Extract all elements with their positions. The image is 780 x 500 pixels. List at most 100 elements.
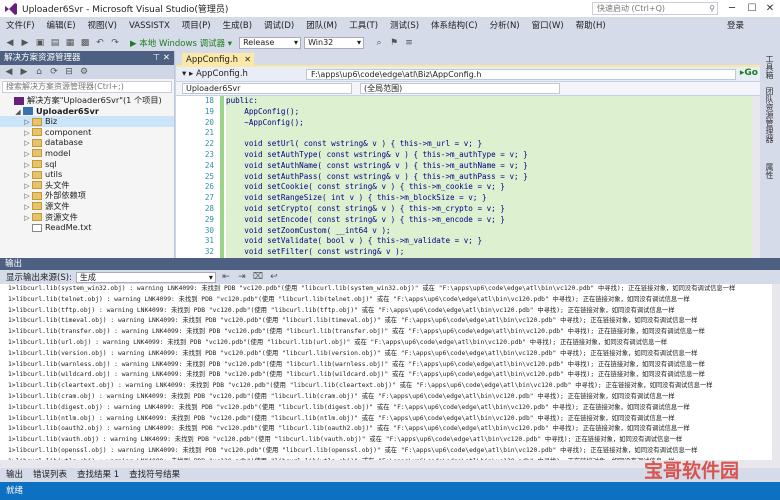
forward-icon[interactable]: ▶ [19,37,31,49]
code-line[interactable]: void setValidate( bool v ) { this->m_val… [226,236,752,247]
menu-vassistx[interactable]: VASSISTX [123,18,176,35]
clear-all-icon[interactable]: ⌧ [252,271,264,283]
new-project-icon[interactable]: ▣ [34,37,46,49]
code-line[interactable]: void setAuthName( const wstring& v ) { t… [226,161,752,172]
undo-icon[interactable]: ↶ [94,37,106,49]
rail-team-explorer[interactable]: 团队资源管理器 [765,87,775,143]
sync-icon[interactable]: ⟳ [48,66,60,78]
code-editor[interactable]: 18192021222324252627282930313233 public:… [176,96,752,258]
tree-item[interactable]: ▷ 资源文件 [0,212,174,223]
code-area[interactable]: public: AppConfig(); ~AppConfig(); void … [226,96,752,258]
code-line[interactable]: void setAuthPass( const wstring& v ) { t… [226,172,752,183]
tree-item-label: 解决方案"Uploader6Svr"(1 个项目) [27,95,162,105]
menu-debug[interactable]: 调试(D) [258,18,300,35]
tree-item[interactable]: ▷ component [0,127,174,138]
login-link[interactable]: 登录 [727,18,744,35]
code-line[interactable]: void setFilter( const wstring& v ); [226,247,752,258]
goto-prev-icon[interactable]: ⇤ [220,271,232,283]
line-number: 29 [204,214,214,224]
output-line: 1>libcurl.lib(ntlm.obj) : warning LNK409… [8,414,675,422]
back-icon[interactable]: ◀ [3,66,15,78]
menu-project[interactable]: 项目(P) [176,18,217,35]
tab-appconfig-h[interactable]: AppConfig.h ✕ [182,53,254,67]
folder-icon [32,160,42,169]
nav-path-field[interactable]: F:\apps\up6\code\edge\atl\Biz\AppConfig.… [306,69,736,80]
forward-icon[interactable]: ▶ [18,66,30,78]
tree-item[interactable]: ▷ model [0,148,174,159]
code-line[interactable]: void setZoomCustom( __int64 v ); [226,226,752,237]
menu-analyze[interactable]: 分析(N) [484,18,526,35]
output-vertical-scrollbar[interactable] [772,284,780,468]
tab-find-results[interactable]: 查找结果 1 [77,468,119,482]
bookmark-icon[interactable]: ⚑ [388,37,400,49]
menu-architecture[interactable]: 体系结构(C) [425,18,484,35]
tree-item[interactable]: ▷ sql [0,159,174,170]
tab-find-symbol-results[interactable]: 查找符号结果 [129,468,180,482]
tree-item[interactable]: ▷ 头文件 [0,180,174,191]
rail-toolbox[interactable]: 工具箱 [765,55,775,79]
save-icon[interactable]: ▦ [64,37,76,49]
platform-select[interactable]: Win32 [304,37,365,49]
menu-help[interactable]: 帮助(H) [570,18,612,35]
watermark-logo: 宝哥软件园 [630,452,780,492]
navigation-bar: ▾ ▸ AppConfig.h F:\apps\up6\code\edge\at… [176,67,760,82]
tree-item-label: model [45,147,71,158]
global-scope-dropdown[interactable]: (全局范围) [360,83,560,94]
close-tab-icon[interactable]: ✕ [244,53,251,67]
code-line[interactable]: void setUrl( const wstring& v ) { this->… [226,139,752,150]
tree-item[interactable]: ▷ database [0,137,174,148]
find-icon[interactable]: ⌕ [373,37,385,49]
code-line[interactable]: void setEncode( const string& v ) { this… [226,215,752,226]
menu-tools[interactable]: 工具(T) [343,18,384,35]
project-scope-dropdown[interactable]: Uploader6Svr [182,83,352,94]
code-line[interactable]: void setCrypto( const string& v ) { this… [226,204,752,215]
code-line[interactable]: void setRangeSize( int v ) { this->m_blo… [226,193,752,204]
menu-team[interactable]: 团队(M) [300,18,343,35]
code-line[interactable]: public: [226,96,752,107]
menu-edit[interactable]: 编辑(E) [41,18,82,35]
goto-next-icon[interactable]: ⇥ [236,271,248,283]
save-all-icon[interactable]: ▩ [79,37,91,49]
back-icon[interactable]: ◀ [4,37,16,49]
tree-item[interactable]: 解决方案"Uploader6Svr"(1 个项目) [0,95,174,106]
config-select[interactable]: Release [239,37,302,49]
code-line[interactable]: void setAuthType( const wstring& v ) { t… [226,150,752,161]
menu-window[interactable]: 窗口(W) [526,18,570,35]
menu-view[interactable]: 视图(V) [82,18,123,35]
minimize-button[interactable]: ─ [722,0,742,18]
pin-icon[interactable]: ⊤ ✕ [153,51,170,65]
close-button[interactable]: ✕ [760,0,780,18]
collapse-icon[interactable]: ⊟ [63,66,75,78]
go-button[interactable]: ▸Go [740,68,758,78]
start-debugger-button[interactable]: ▶ 本地 Windows 调试器 ▾ [130,37,232,49]
code-line[interactable]: ~AppConfig(); [226,118,752,129]
tree-item[interactable]: ReadMe.txt [0,222,174,233]
nav-file-dropdown[interactable]: ▾ ▸ AppConfig.h [182,69,300,80]
menu-build[interactable]: 生成(B) [217,18,258,35]
tree-item[interactable]: ▷ utils [0,169,174,180]
tree-item[interactable]: ▷ 外部依赖项 [0,190,174,201]
rail-properties[interactable]: 属性 [765,163,775,179]
open-icon[interactable]: ▤ [49,37,61,49]
redo-icon[interactable]: ↷ [109,37,121,49]
maximize-button[interactable]: ☐ [742,0,762,18]
properties-icon[interactable]: ⚙ [78,66,90,78]
tree-item[interactable]: ▷ 源文件 [0,201,174,212]
home-icon[interactable]: ⌂ [33,66,45,78]
comment-icon[interactable]: ≡ [403,37,415,49]
code-line[interactable]: void setCookie( const string& v ) { this… [226,182,752,193]
code-line[interactable] [226,128,752,139]
menu-file[interactable]: 文件(F) [0,18,41,35]
tab-error-list[interactable]: 错误列表 [33,468,67,482]
tree-item[interactable]: ◢ Uploader6Svr [0,106,174,117]
output-source-select[interactable]: 生成 [75,271,216,283]
word-wrap-icon[interactable]: ↩ [268,271,280,283]
tree-item[interactable]: ▷ Biz [0,116,174,127]
code-line[interactable]: AppConfig(); [226,107,752,118]
solution-search-input[interactable]: 搜索解决方案资源管理器(Ctrl+;) [2,81,172,93]
tab-output[interactable]: 输出 [6,468,23,482]
output-text[interactable]: 1>libcurl.lib(system_win32.obj) : warnin… [0,284,772,468]
menu-test[interactable]: 测试(S) [384,18,425,35]
editor-vertical-scrollbar[interactable] [752,96,760,258]
quick-launch-input[interactable]: 快速启动 (Ctrl+Q) ⚲ [592,2,718,15]
